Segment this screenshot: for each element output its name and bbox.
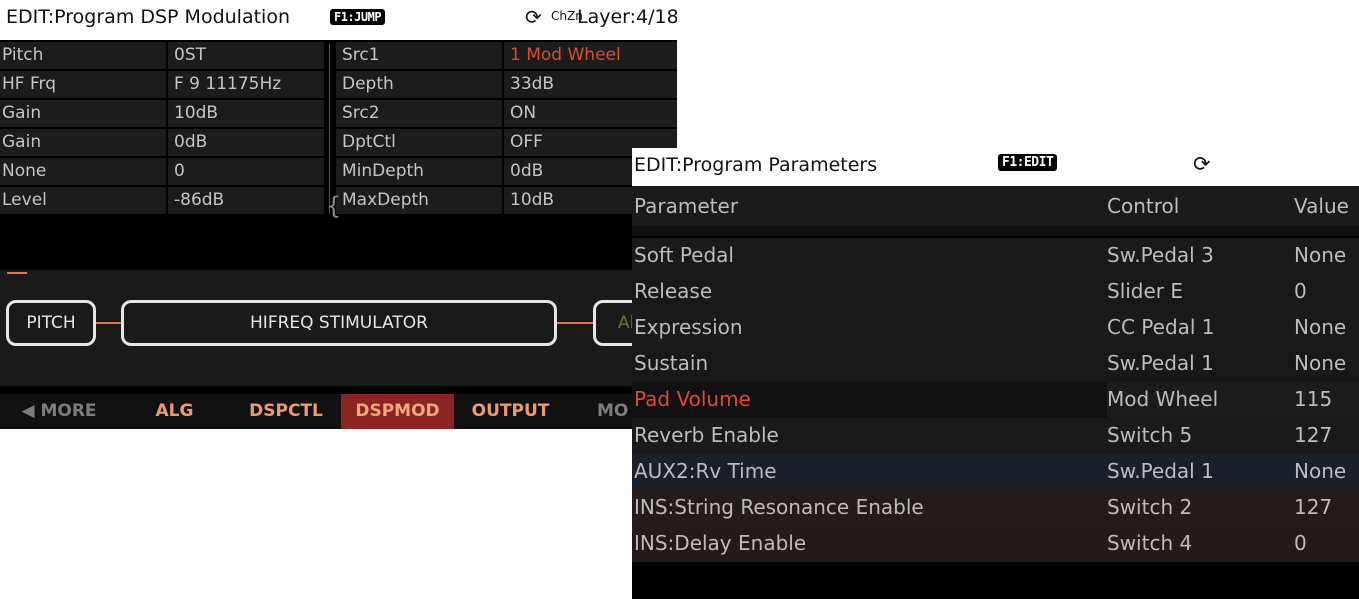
title-bar: EDIT:Program Parameters F1:EDIT ⟳ xyxy=(632,148,1359,186)
row-value: None xyxy=(1294,315,1347,339)
mod-label[interactable]: Depth xyxy=(336,71,502,98)
param-row: Pitch 0ST Src1 1 Mod Wheel xyxy=(0,42,677,71)
page-title: EDIT:Program DSP Modulation xyxy=(6,6,290,28)
title-bar: EDIT:Program DSP Modulation F1:JUMP ⟳ Ch… xyxy=(0,0,677,40)
param-name[interactable]: Pitch xyxy=(0,42,166,69)
header-control: Control xyxy=(1107,194,1180,218)
row-control: Switch 4 xyxy=(1107,531,1193,555)
dsp-modulation-screen: EDIT:Program DSP Modulation F1:JUMP ⟳ Ch… xyxy=(0,0,677,429)
cursor-marker xyxy=(7,272,27,274)
softkey-more-left[interactable]: ◀ MORE xyxy=(0,394,118,429)
param-name[interactable]: Gain xyxy=(0,100,166,127)
row-parameter: AUX2:Rv Time xyxy=(634,459,777,483)
row-control: CC Pedal 1 xyxy=(1107,315,1215,339)
row-control: Switch 5 xyxy=(1107,423,1193,447)
softkey-bar: ◀ MORE ALG DSPCTL DSPMOD OUTPUT MO xyxy=(0,394,677,429)
param-row: None 0 MinDepth 0dB xyxy=(0,158,677,187)
f1-jump-badge[interactable]: F1:JUMP xyxy=(330,9,386,25)
mod-value[interactable]: ON xyxy=(504,100,677,127)
mod-label[interactable]: DptCtl xyxy=(336,129,502,156)
param-name[interactable]: Level xyxy=(0,187,166,214)
table-row[interactable]: AUX2:Rv Time Sw.Pedal 1 None xyxy=(632,454,1359,490)
row-parameter: Expression xyxy=(634,315,743,339)
row-control: Sw.Pedal 1 xyxy=(1107,351,1214,375)
row-control: Sw.Pedal 3 xyxy=(1107,243,1214,267)
table-row[interactable]: INS:String Resonance Enable Switch 2 127 xyxy=(632,490,1359,526)
param-value[interactable]: 0ST xyxy=(168,42,324,69)
mod-label[interactable]: Src1 xyxy=(336,42,502,69)
row-parameter: Release xyxy=(634,279,713,303)
row-parameter: Reverb Enable xyxy=(634,423,779,447)
param-value[interactable]: 10dB xyxy=(168,100,324,127)
mod-value-selected[interactable]: 1 Mod Wheel xyxy=(504,42,677,69)
softkey-dspctl[interactable]: DSPCTL xyxy=(231,394,341,429)
param-value[interactable]: 0 xyxy=(168,158,324,185)
row-value: None xyxy=(1294,351,1347,375)
layer-indicator: Layer:4/18 xyxy=(577,6,677,28)
table-row[interactable]: Expression CC Pedal 1 None xyxy=(632,310,1359,346)
table-row[interactable]: Sustain Sw.Pedal 1 None xyxy=(632,346,1359,382)
param-row: Gain 10dB Src2 ON xyxy=(0,100,677,129)
row-control: Slider E xyxy=(1107,279,1184,303)
row-parameter: Soft Pedal xyxy=(634,243,734,267)
param-value[interactable]: -86dB xyxy=(168,187,324,214)
sync-icon: ⟳ xyxy=(525,5,542,29)
table-header: Parameter Control Value xyxy=(632,186,1359,226)
row-control: Sw.Pedal 1 xyxy=(1107,459,1214,483)
row-value: 127 xyxy=(1294,495,1333,519)
brace-glyph: { xyxy=(326,192,342,220)
header-value: Value xyxy=(1294,194,1349,218)
row-control: Mod Wheel xyxy=(1107,387,1219,411)
header-gap xyxy=(632,226,1359,236)
param-value[interactable]: F 9 11175Hz xyxy=(168,71,324,98)
row-parameter: INS:String Resonance Enable xyxy=(634,495,924,519)
connector-line xyxy=(96,322,121,324)
page-title: EDIT:Program Parameters xyxy=(634,154,878,176)
mod-label[interactable]: Src2 xyxy=(336,100,502,127)
mod-value[interactable]: 33dB xyxy=(504,71,677,98)
row-parameter: INS:Delay Enable xyxy=(634,531,807,555)
pitch-block[interactable]: PITCH xyxy=(6,300,96,346)
mod-label[interactable]: MaxDepth xyxy=(336,187,502,214)
table-row-selected[interactable]: Pad Volume Mod Wheel 115 xyxy=(632,382,1359,418)
row-parameter: Sustain xyxy=(634,351,709,375)
row-parameter-selected: Pad Volume xyxy=(634,387,751,411)
param-name[interactable]: HF Frq xyxy=(0,71,166,98)
param-value[interactable]: 0dB xyxy=(168,129,324,156)
header-parameter: Parameter xyxy=(634,194,739,218)
row-value: 0 xyxy=(1294,279,1307,303)
sync-icon: ⟳ xyxy=(1193,152,1211,176)
f1-edit-badge[interactable]: F1:EDIT xyxy=(998,154,1058,171)
softkey-alg[interactable]: ALG xyxy=(118,394,231,429)
hifreq-stimulator-block[interactable]: HIFREQ STIMULATOR xyxy=(121,300,557,346)
param-row: Gain 0dB DptCtl OFF xyxy=(0,129,677,158)
row-value: 0 xyxy=(1294,531,1307,555)
program-parameters-screen: EDIT:Program Parameters F1:EDIT ⟳ Parame… xyxy=(632,148,1359,599)
param-name[interactable]: None xyxy=(0,158,166,185)
table-row[interactable]: Release Slider E 0 xyxy=(632,274,1359,310)
softkey-dspmod[interactable]: DSPMOD xyxy=(341,394,454,429)
param-name[interactable]: Gain xyxy=(0,129,166,156)
row-value: 127 xyxy=(1294,423,1333,447)
row-value: None xyxy=(1294,459,1347,483)
table-row[interactable]: INS:Delay Enable Switch 4 0 xyxy=(632,526,1359,562)
table-row[interactable]: Soft Pedal Sw.Pedal 3 None xyxy=(632,238,1359,274)
row-value: 115 xyxy=(1294,387,1333,411)
row-value: None xyxy=(1294,243,1347,267)
row-control: Switch 2 xyxy=(1107,495,1193,519)
connector-line xyxy=(557,322,593,324)
param-row: HF Frq F 9 11175Hz Depth 33dB xyxy=(0,71,677,100)
mod-label[interactable]: MinDepth xyxy=(336,158,502,185)
softkey-output[interactable]: OUTPUT xyxy=(454,394,567,429)
table-row[interactable]: Reverb Enable Switch 5 127 xyxy=(632,418,1359,454)
